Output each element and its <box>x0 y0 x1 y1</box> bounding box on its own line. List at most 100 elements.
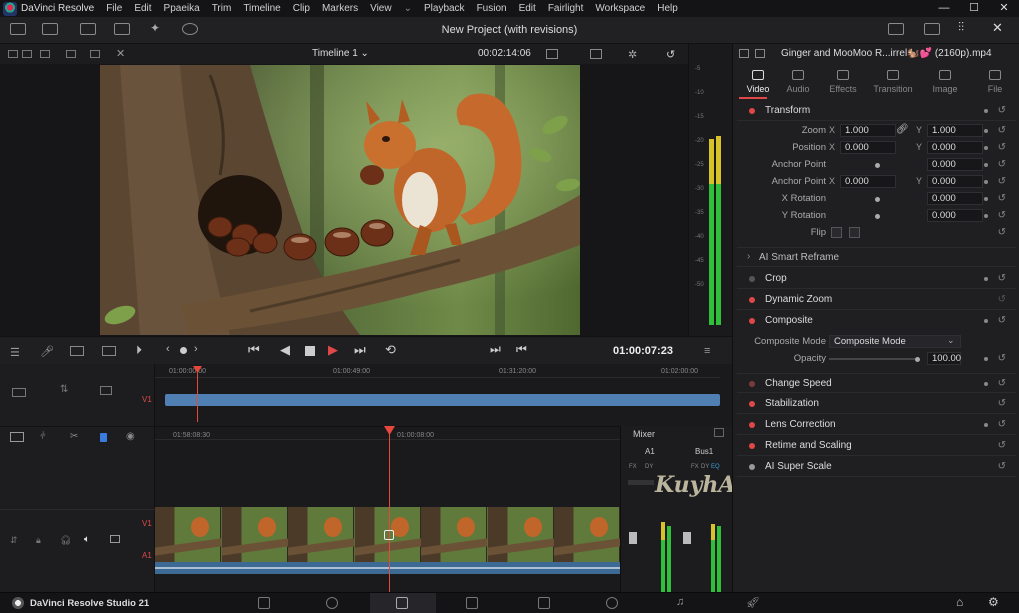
fader-a1[interactable] <box>629 532 637 544</box>
overlay-icon[interactable]: ✲ <box>628 48 637 61</box>
more-options-icon[interactable]: ≡ <box>704 345 710 357</box>
eq-label[interactable]: EQ <box>711 464 720 470</box>
reset-icon[interactable]: ↺ <box>998 419 1006 430</box>
music-note-icon[interactable]: ♫ <box>676 596 684 608</box>
keyframe-dot[interactable] <box>984 180 988 184</box>
track-monitor-icon[interactable] <box>110 535 120 543</box>
timeline-selector[interactable]: Timeline 1 ⌄ <box>312 48 369 59</box>
options-icon[interactable]: ☰ <box>10 346 20 359</box>
flip-horizontal-icon[interactable] <box>831 227 842 238</box>
upper-playhead[interactable] <box>197 367 198 422</box>
keyframe-dot[interactable] <box>984 197 988 201</box>
slider-knob[interactable] <box>875 197 880 202</box>
keyframe-dot[interactable] <box>984 357 988 361</box>
section-smart-reframe[interactable]: › AI Smart Reframe <box>737 247 1016 267</box>
list-icon[interactable] <box>66 50 76 58</box>
opacity-slider-knob[interactable] <box>915 357 920 362</box>
menu-workspace[interactable]: Workspace <box>595 3 645 14</box>
viewer-size-icon[interactable] <box>590 49 602 59</box>
keyframe-dot[interactable] <box>984 277 988 281</box>
reorder-icon[interactable]: ⇵ <box>10 535 18 546</box>
section-change-speed[interactable]: Change Speed ↺ <box>737 373 1016 393</box>
chevron-down-icon[interactable]: ⌄ <box>947 335 955 346</box>
tab-image[interactable]: Image <box>920 70 970 94</box>
tab-file[interactable]: File <box>970 70 1019 94</box>
viewer-mode-icon[interactable] <box>546 49 558 59</box>
section-retime-scaling[interactable]: Retime and Scaling ↺ <box>737 436 1016 456</box>
slider-knob[interactable] <box>875 214 880 219</box>
close-button[interactable]: ✕ <box>989 0 1019 17</box>
play-forward-icon[interactable]: ⏵ <box>136 343 142 358</box>
section-crop[interactable]: Crop ↺ <box>737 269 1016 289</box>
reset-icon[interactable]: ↺ <box>998 398 1006 409</box>
section-stabilization[interactable]: Stabilization ↺ <box>737 394 1016 414</box>
menu-timeline[interactable]: Timeline <box>243 3 280 14</box>
jog-prev-icon[interactable]: ‹ <box>166 343 170 355</box>
media-page-icon[interactable] <box>258 597 270 609</box>
flag-icon[interactable] <box>100 433 107 442</box>
enable-dot[interactable] <box>749 318 755 324</box>
reset-icon[interactable]: ↺ <box>998 353 1006 364</box>
grid-icon[interactable] <box>40 50 50 58</box>
inspector-panel-icon[interactable] <box>739 49 749 58</box>
deliver-page-icon[interactable]: 🚀︎ <box>746 596 760 609</box>
upper-ruler[interactable]: 01:00:00:00 01:00:49:00 01:31:20:00 01:0… <box>155 364 720 378</box>
enable-dot[interactable] <box>749 297 755 303</box>
skip-end-icon[interactable]: ⏭ <box>354 342 366 358</box>
razor-icon[interactable]: ✂ <box>70 431 78 442</box>
x-rotation-input[interactable]: 0.000 <box>927 192 983 205</box>
reset-icon[interactable]: ↺ <box>998 142 1006 153</box>
mixer-expand-icon[interactable] <box>714 428 724 437</box>
panel-icon[interactable] <box>8 50 18 58</box>
mic-icon[interactable]: 🎤︎ <box>40 345 54 358</box>
enable-dot[interactable] <box>749 443 755 449</box>
reset-icon[interactable]: ↺ <box>998 315 1006 326</box>
enable-dot[interactable] <box>749 381 755 387</box>
clip-icon[interactable] <box>102 346 116 356</box>
keyframe-dot[interactable] <box>984 214 988 218</box>
panel-icon-2[interactable] <box>22 50 32 58</box>
menu-view[interactable]: View <box>370 3 392 14</box>
enable-dot[interactable] <box>749 464 755 470</box>
chevron-right-icon[interactable]: › <box>747 251 750 262</box>
jog-next-icon[interactable]: › <box>194 343 198 355</box>
next-edit-icon[interactable]: ⏮ <box>516 342 527 357</box>
fx-label-2[interactable]: FX <box>691 464 699 470</box>
tab-transition[interactable]: Transition <box>868 70 918 94</box>
fusion-page-icon[interactable] <box>466 597 478 609</box>
video-frame[interactable] <box>100 65 580 335</box>
monitor-icon[interactable] <box>10 432 24 442</box>
flip-vertical-icon[interactable] <box>849 227 860 238</box>
fader-bus1[interactable] <box>683 532 691 544</box>
anchor-point-input[interactable]: 0.000 <box>927 158 983 171</box>
tab-effects[interactable]: Effects <box>818 70 868 94</box>
filmstrip-icon[interactable] <box>90 50 100 58</box>
reverse-play-icon[interactable]: ◀ <box>280 342 290 358</box>
reset-icon[interactable]: ↺ <box>998 210 1006 221</box>
opacity-slider-track[interactable] <box>829 358 917 360</box>
menu-fusion[interactable]: Fusion <box>477 3 507 14</box>
loop-icon[interactable]: ↺ <box>666 48 675 61</box>
keyframe-dot[interactable] <box>984 109 988 113</box>
view-icon[interactable] <box>100 386 112 395</box>
reset-icon[interactable]: ↺ <box>998 159 1006 170</box>
jog-dot-icon[interactable] <box>180 347 187 354</box>
slider-knob[interactable] <box>875 163 880 168</box>
section-ai-super-scale[interactable]: AI Super Scale ↺ <box>737 457 1016 477</box>
skip-start-icon[interactable]: ⏮ <box>248 342 260 358</box>
menu-help[interactable]: Help <box>657 3 678 14</box>
keyframe-dot[interactable] <box>984 382 988 386</box>
cut-marker-icon[interactable] <box>384 530 394 540</box>
enable-dot[interactable] <box>749 108 755 114</box>
keyframe-dot[interactable] <box>984 423 988 427</box>
menu-markers[interactable]: Markers <box>322 3 358 14</box>
eye-icon[interactable]: ◉ <box>126 431 135 442</box>
reset-icon[interactable]: ↺ <box>998 227 1006 238</box>
home-icon[interactable]: ⌂ <box>956 595 963 609</box>
fullscreen-icon[interactable] <box>924 23 940 35</box>
reset-icon[interactable]: ↺ <box>998 105 1006 116</box>
dy-label-2[interactable]: DY <box>701 464 709 470</box>
upper-clip[interactable] <box>165 394 720 406</box>
menu-file[interactable]: File <box>106 3 122 14</box>
zoom-x-input[interactable]: 1.000 <box>840 124 896 137</box>
